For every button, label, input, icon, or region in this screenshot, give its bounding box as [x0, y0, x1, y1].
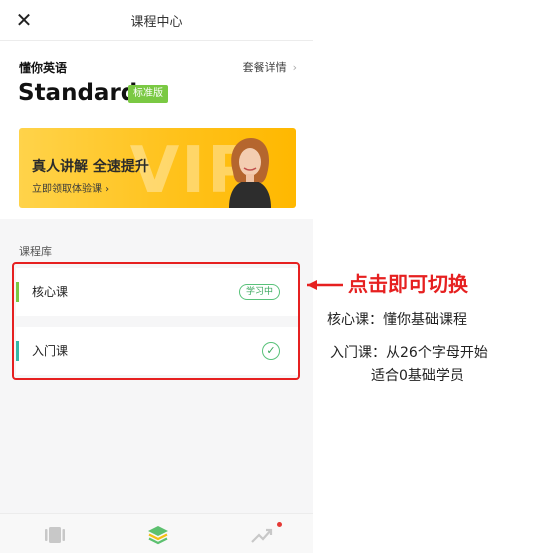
- page-title: 课程中心: [130, 15, 183, 30]
- cards-icon[interactable]: [44, 524, 66, 546]
- layers-icon[interactable]: [147, 524, 169, 546]
- phone-screen: ✕ 课程中心 懂你英语 套餐详情 › Standard 标准版 VIP 真人讲解 …: [0, 0, 313, 553]
- annotation-intro-course: 入门课：从26个字母开始: [330, 345, 488, 361]
- brand-name: 懂你英语: [19, 61, 68, 75]
- package-details-link[interactable]: 套餐详情 ›: [243, 59, 297, 75]
- banner-headline: 真人讲解 全速提升: [32, 159, 149, 175]
- banner-cta[interactable]: 立即领取体验课 ›: [32, 180, 109, 195]
- chevron-right-icon: ›: [292, 61, 297, 74]
- red-arrow-icon: [307, 280, 343, 290]
- plan-tier: Standard: [18, 80, 138, 106]
- highlight-box: [12, 262, 300, 380]
- plan-card: 懂你英语 套餐详情 › Standard 标准版 VIP 真人讲解 全速提升 立即…: [0, 41, 313, 219]
- tier-badge: 标准版: [128, 85, 168, 103]
- trend-icon[interactable]: [251, 524, 273, 546]
- annotation-intro-audience: 适合0基础学员: [371, 368, 464, 384]
- annotation-title: 点击即可切换: [348, 272, 468, 296]
- trial-banner[interactable]: VIP 真人讲解 全速提升 立即领取体验课 ›: [19, 128, 296, 208]
- package-details-label: 套餐详情: [242, 61, 287, 74]
- annotation-core-course: 核心课：懂你基础课程: [327, 312, 467, 328]
- top-bar: ✕ 课程中心: [0, 0, 313, 41]
- tab-bar: [0, 513, 313, 553]
- course-library-label: 课程库: [19, 245, 52, 258]
- teacher-photo: [229, 138, 271, 208]
- notification-dot: [277, 522, 282, 527]
